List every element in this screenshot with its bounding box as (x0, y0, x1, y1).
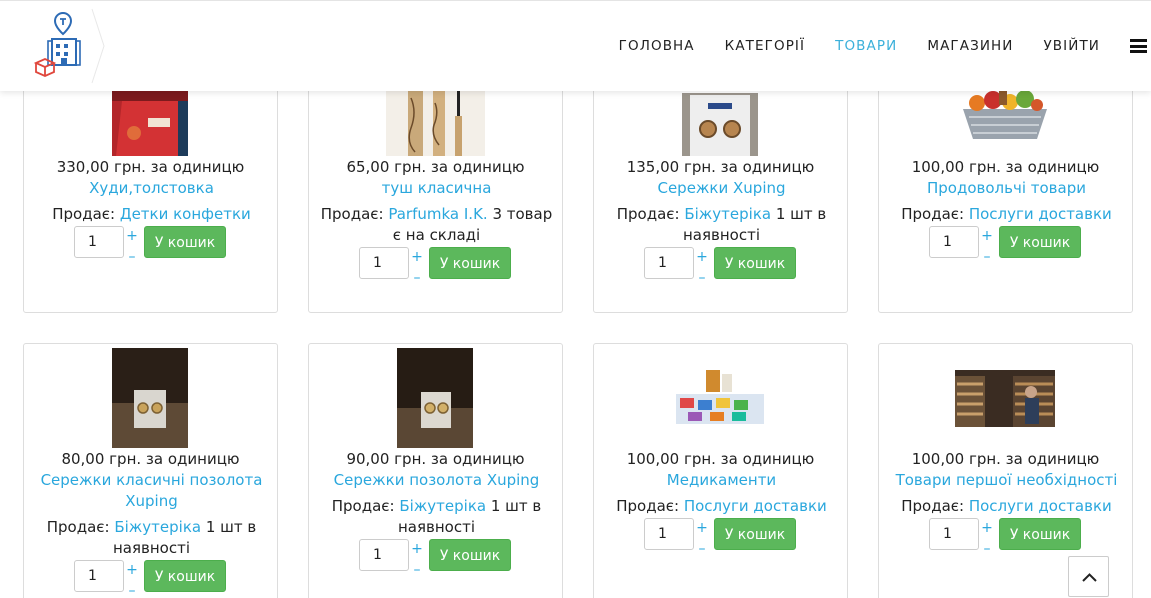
product-image[interactable] (955, 370, 1055, 427)
product-image[interactable] (670, 366, 770, 431)
quantity-input[interactable]: 1 (929, 518, 979, 550)
seller-link[interactable]: Parfumka I.K. (388, 205, 487, 223)
seller-label: Продає: (320, 205, 384, 223)
product-name-link[interactable]: Худи,толстовка (34, 178, 269, 199)
increment-button[interactable]: + (981, 229, 993, 243)
quantity-input[interactable]: 1 (644, 247, 694, 279)
seller-label: Продає: (616, 497, 680, 515)
product-seller: Продає: Послуги доставки (602, 496, 841, 517)
product-name-link[interactable]: Сережки позолота Xuping (319, 470, 554, 491)
product-seller: Продає: Детки конфетки (32, 204, 271, 225)
increment-button[interactable]: + (126, 229, 138, 243)
product-price: 135,00 грн. за одиницю (626, 158, 815, 176)
increment-button[interactable]: + (981, 521, 993, 535)
seller-link[interactable]: Детки конфетки (120, 205, 251, 223)
increment-button[interactable]: + (696, 250, 708, 264)
product-image[interactable] (112, 81, 188, 156)
product-name-link[interactable]: Товари першої необхідності (889, 470, 1124, 491)
add-to-cart-button[interactable]: У кошик (144, 226, 226, 258)
product-name-link[interactable]: туш класична (319, 178, 554, 199)
product-seller: Продає: Parfumka I.K. 3 товар є на склад… (317, 204, 556, 246)
product-image[interactable] (955, 87, 1055, 144)
nav-products[interactable]: ТОВАРИ (835, 38, 897, 54)
seller-link[interactable]: Біжутеріка (684, 205, 771, 223)
product-seller: Продає: Біжутеріка 1 шт в наявності (317, 496, 556, 538)
decrement-button[interactable]: – (981, 250, 993, 264)
product-price: 90,00 грн. за одиницю (346, 450, 525, 468)
seller-label: Продає: (46, 518, 110, 536)
add-to-cart-button[interactable]: У кошик (714, 247, 796, 279)
quantity-input[interactable]: 1 (929, 226, 979, 258)
decrement-button[interactable]: – (126, 584, 138, 598)
seller-label: Продає: (331, 497, 395, 515)
product-price: 100,00 грн. за одиницю (911, 158, 1100, 176)
decrement-button[interactable]: – (126, 250, 138, 264)
product-card: 65,00 грн. за одиницю туш класична Прода… (308, 60, 563, 313)
product-price: 65,00 грн. за одиницю (346, 158, 525, 176)
add-to-cart-button[interactable]: У кошик (714, 518, 796, 550)
product-price: 100,00 грн. за одиницю (911, 450, 1100, 468)
quantity-input[interactable]: 1 (644, 518, 694, 550)
quantity-input[interactable]: 1 (359, 247, 409, 279)
add-to-cart-button[interactable]: У кошик (144, 560, 226, 592)
product-image[interactable] (682, 93, 758, 156)
increment-button[interactable]: + (126, 563, 138, 577)
seller-link[interactable]: Послуги доставки (969, 205, 1112, 223)
page: 330,00 грн. за одиницю Худи,толстовка Пр… (0, 0, 1151, 598)
nav-login[interactable]: УВІЙТИ (1043, 38, 1100, 54)
product-seller: Продає: Послуги доставки (887, 496, 1126, 517)
add-to-cart-button[interactable]: У кошик (999, 518, 1081, 550)
product-card: 100,00 грн. за одиницю Медикаменти Прода… (593, 343, 848, 598)
hamburger-icon[interactable] (1130, 39, 1147, 53)
decrement-button[interactable]: – (696, 542, 708, 556)
increment-button[interactable]: + (411, 250, 423, 264)
product-card: 330,00 грн. за одиницю Худи,толстовка Пр… (23, 60, 278, 313)
nav-home[interactable]: ГОЛОВНА (619, 38, 695, 54)
seller-link[interactable]: Біжутеріка (114, 518, 201, 536)
product-price: 80,00 грн. за одиницю (61, 450, 240, 468)
main-nav: ГОЛОВНА КАТЕГОРІЇ ТОВАРИ МАГАЗИНИ УВІЙТИ (619, 38, 1100, 54)
product-card: 80,00 грн. за одиницю Сережки класичні п… (23, 343, 278, 598)
product-name-link[interactable]: Медикаменти (604, 470, 839, 491)
decrement-button[interactable]: – (411, 563, 423, 577)
add-to-cart-button[interactable]: У кошик (999, 226, 1081, 258)
product-name-link[interactable]: Сережки класичні позолота Xuping (34, 470, 269, 512)
scroll-to-top-button[interactable] (1068, 556, 1109, 597)
product-seller: Продає: Біжутеріка 1 шт в наявності (602, 204, 841, 246)
product-image[interactable] (386, 88, 485, 156)
product-card: 100,00 грн. за одиницю Продовольчі товар… (878, 60, 1133, 313)
nav-categories[interactable]: КАТЕГОРІЇ (725, 38, 805, 54)
product-price: 100,00 грн. за одиницю (626, 450, 815, 468)
product-image[interactable] (397, 348, 473, 448)
quantity-input[interactable]: 1 (74, 560, 124, 592)
add-to-cart-button[interactable]: У кошик (429, 247, 511, 279)
product-seller: Продає: Біжутеріка 1 шт в наявності (32, 517, 271, 559)
quantity-input[interactable]: 1 (359, 539, 409, 571)
seller-label: Продає: (901, 497, 965, 515)
increment-button[interactable]: + (411, 542, 423, 556)
seller-link[interactable]: Послуги доставки (684, 497, 827, 515)
product-name-link[interactable]: Сережки Xuping (604, 178, 839, 199)
decrement-button[interactable]: – (981, 542, 993, 556)
seller-link[interactable]: Послуги доставки (969, 497, 1112, 515)
shop-location-logo-icon[interactable] (8, 5, 106, 87)
seller-label: Продає: (901, 205, 965, 223)
decrement-button[interactable]: – (411, 271, 423, 285)
product-card: 90,00 грн. за одиницю Сережки позолота X… (308, 343, 563, 598)
increment-button[interactable]: + (696, 521, 708, 535)
site-header: ГОЛОВНА КАТЕГОРІЇ ТОВАРИ МАГАЗИНИ УВІЙТИ (0, 0, 1151, 91)
add-to-cart-button[interactable]: У кошик (429, 539, 511, 571)
quantity-input[interactable]: 1 (74, 226, 124, 258)
nav-shops[interactable]: МАГАЗИНИ (927, 38, 1013, 54)
seller-link[interactable]: Біжутеріка (399, 497, 486, 515)
seller-label: Продає: (616, 205, 680, 223)
product-name-link[interactable]: Продовольчі товари (889, 178, 1124, 199)
chevron-up-icon (1082, 573, 1097, 582)
seller-label: Продає: (52, 205, 116, 223)
product-seller: Продає: Послуги доставки (887, 204, 1126, 225)
decrement-button[interactable]: – (696, 271, 708, 285)
product-price: 330,00 грн. за одиницю (56, 158, 245, 176)
product-image[interactable] (112, 348, 188, 448)
product-card: 135,00 грн. за одиницю Сережки Xuping Пр… (593, 60, 848, 313)
